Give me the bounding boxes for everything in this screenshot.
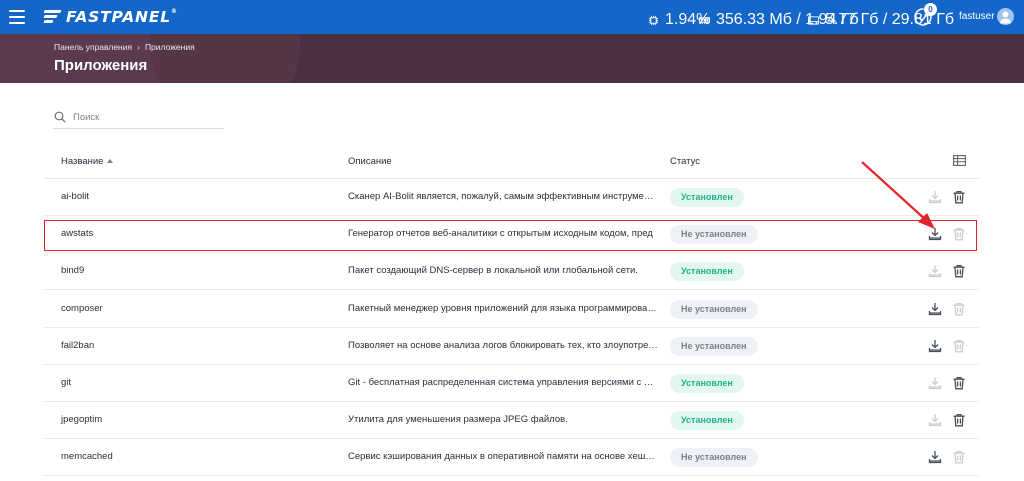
hard-drive-icon xyxy=(808,15,819,25)
status-badge: Не установлен xyxy=(670,299,758,319)
app-description: Сканер AI-Bolit является, пожалуй, самым… xyxy=(348,191,658,202)
app-description: Позволяет на основе анализа логов блокир… xyxy=(348,339,658,351)
sort-ascending-icon xyxy=(107,159,114,164)
breadcrumb-item-dashboard[interactable]: Панель управления xyxy=(54,42,132,52)
column-header-description: Описание xyxy=(348,156,392,167)
hamburger-icon[interactable] xyxy=(9,10,25,24)
highlight-box xyxy=(44,220,977,251)
status-badge: Не установлен xyxy=(670,448,758,468)
app-description: Git - бесплатная распределенная система … xyxy=(348,377,658,388)
download-tray-icon[interactable] xyxy=(928,450,942,464)
page-header: Панель управления › Приложения Приложения xyxy=(0,34,1024,83)
status-badge: Не установлен xyxy=(670,336,758,356)
app-description: Пакет создающий DNS-сервер в локальной и… xyxy=(348,265,638,277)
download-tray-icon xyxy=(928,413,942,427)
app-name: git xyxy=(61,377,72,388)
search-box xyxy=(53,107,224,129)
trash-icon xyxy=(952,450,966,464)
annotation-arrow-icon xyxy=(861,161,935,229)
download-tray-icon xyxy=(928,376,942,390)
status-badge: Установлен xyxy=(670,188,744,207)
breadcrumb: Панель управления › Приложения xyxy=(54,42,195,52)
memory-icon xyxy=(699,16,710,24)
status-badge: Установлен xyxy=(670,411,744,431)
app-description: Сервис кэширования данных в оперативной … xyxy=(348,451,658,463)
table-columns-icon[interactable] xyxy=(953,155,966,166)
table-row[interactable]: ai-bolit Сканер AI-Bolit является, пожалу… xyxy=(44,179,979,216)
username[interactable]: fastuser xyxy=(959,11,995,22)
status-badge: Установлен xyxy=(670,374,744,393)
app-name: jpegoptim xyxy=(61,414,103,426)
page-title: Приложения xyxy=(54,57,148,74)
column-header-status: Статус xyxy=(670,156,701,167)
logo-registered-mark: ® xyxy=(170,8,178,15)
table-row[interactable]: memcached Сервис кэширования данных в опе… xyxy=(44,439,979,477)
app-description: Утилита для уменьшения размера JPEG файл… xyxy=(348,414,568,426)
table-row[interactable]: jpegoptim Утилита для уменьшения размера … xyxy=(44,402,979,440)
logo-text: FASTPANEL xyxy=(66,8,171,26)
user-avatar-icon[interactable] xyxy=(997,8,1014,25)
cpu-chip-icon xyxy=(648,15,659,25)
table-row[interactable]: composer Пакетный менеджер уровня приложе… xyxy=(44,291,979,328)
trash-icon[interactable] xyxy=(952,190,966,204)
table-header: Название Описание Статус xyxy=(44,148,979,179)
trash-icon xyxy=(952,339,966,353)
top-bar: FASTPANEL® 1.94% 356.33 Мб / 1.94 Гб 5.7… xyxy=(0,0,1024,34)
trash-icon xyxy=(952,302,966,316)
download-tray-icon[interactable] xyxy=(928,302,942,316)
app-description: Пакетный менеджер уровня приложений для … xyxy=(348,302,658,314)
app-name: ai-bolit xyxy=(61,191,89,202)
trash-icon[interactable] xyxy=(952,413,966,427)
column-header-name[interactable]: Название xyxy=(61,156,114,167)
app-name: bind9 xyxy=(61,265,85,277)
download-tray-icon[interactable] xyxy=(928,339,942,353)
search-icon xyxy=(54,111,66,123)
breadcrumb-item-apps: Приложения xyxy=(144,42,195,52)
fastpanel-logo[interactable]: FASTPANEL® xyxy=(43,7,178,27)
app-name: memcached xyxy=(61,451,113,463)
app-name: composer xyxy=(61,302,103,314)
column-name-label: Название xyxy=(61,156,104,167)
table-row[interactable]: bind9 Пакет создающий DNS-сервер в локаль… xyxy=(44,253,979,291)
tasks-count-badge: 0 xyxy=(924,3,937,16)
download-tray-icon xyxy=(928,264,942,278)
trash-icon[interactable] xyxy=(952,376,966,390)
logo-mark-icon xyxy=(43,9,62,25)
table-row[interactable]: git Git - бесплатная распределенная систе… xyxy=(44,365,979,402)
app-name: fail2ban xyxy=(61,339,95,351)
trash-icon[interactable] xyxy=(952,264,966,278)
breadcrumb-separator: › xyxy=(137,42,140,52)
search-input[interactable] xyxy=(73,109,223,125)
table-row[interactable]: fail2ban Позволяет на основе анализа лого… xyxy=(44,328,979,365)
status-badge: Установлен xyxy=(670,262,744,282)
